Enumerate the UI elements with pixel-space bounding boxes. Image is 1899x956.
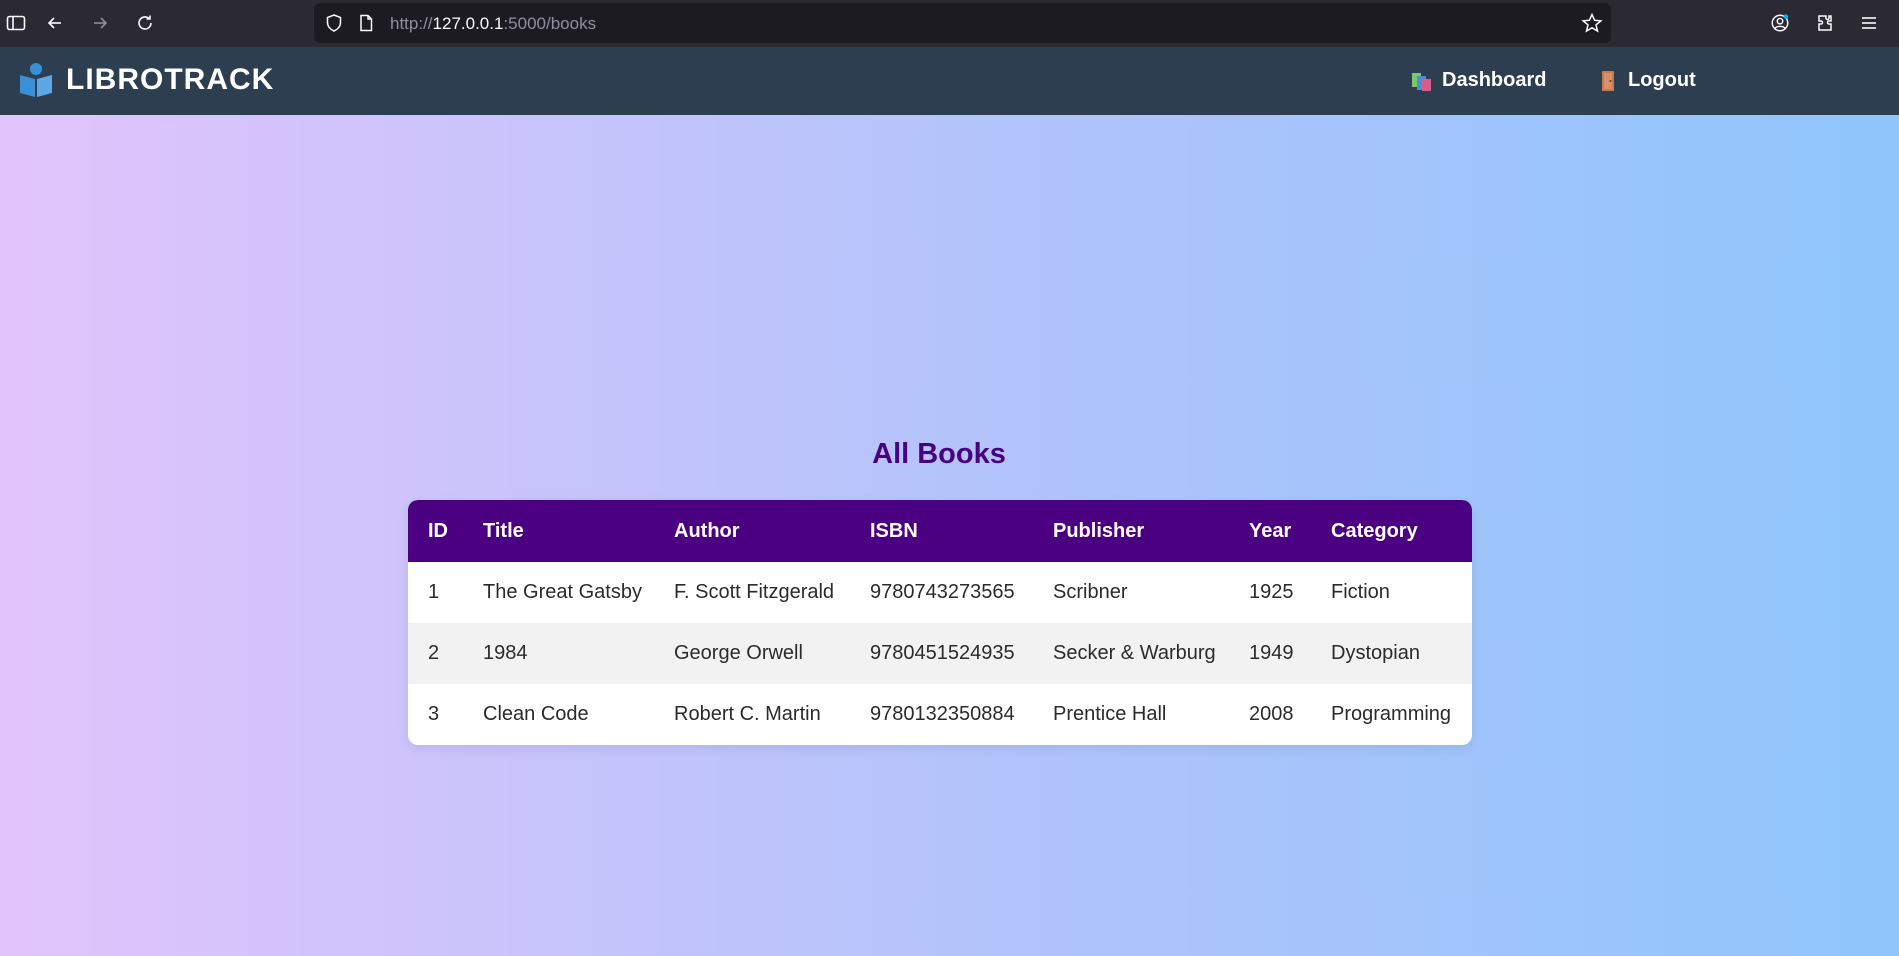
cell-category: Programming	[1331, 703, 1452, 725]
cell-category: Dystopian	[1331, 642, 1420, 664]
cell-year: 2008	[1249, 703, 1294, 725]
cell-publisher: Prentice Hall	[1053, 703, 1167, 725]
cell-title: The Great Gatsby	[483, 581, 642, 603]
browser-toolbar: http://127.0.0.1:5000/books	[0, 0, 1899, 47]
col-header-category: Category	[1331, 519, 1418, 542]
bookmark-star-icon[interactable]	[1581, 12, 1603, 34]
door-icon	[1602, 70, 1614, 91]
address-bar[interactable]: http://127.0.0.1:5000/books	[314, 3, 1611, 43]
table-row: 2 1984 George Orwell 9780451524935 Secke…	[408, 623, 1472, 684]
col-header-author: Author	[674, 519, 740, 542]
cell-year: 1925	[1249, 581, 1294, 603]
cell-id: 2	[428, 642, 440, 664]
cell-title: 1984	[483, 642, 528, 664]
url-prefix: http://	[390, 14, 433, 33]
app-navbar: LIBROTRACK Dashboard Logout	[0, 47, 1899, 115]
cell-id: 3	[428, 703, 440, 725]
nav-dashboard-link[interactable]: Dashboard	[1411, 69, 1546, 92]
brand-name: LIBROTRACK	[66, 63, 275, 96]
nav-logout-link[interactable]: Logout	[1597, 69, 1696, 92]
header-row: ID Title Author ISBN Publisher Year Cate…	[408, 500, 1472, 562]
books-table: ID Title Author ISBN Publisher Year Cate…	[408, 500, 1472, 745]
cell-publisher: Secker & Warburg	[1053, 642, 1216, 664]
forward-icon[interactable]	[84, 8, 116, 38]
page-title: All Books	[872, 438, 1006, 470]
cell-isbn: 9780132350884	[870, 703, 1015, 725]
table-header: ID Title Author ISBN Publisher Year Cate…	[408, 500, 1472, 562]
shield-icon[interactable]	[324, 13, 344, 33]
nav-dashboard-label: Dashboard	[1442, 69, 1547, 91]
page-icon	[360, 14, 373, 32]
reload-icon[interactable]	[129, 8, 161, 38]
back-icon[interactable]	[39, 8, 71, 38]
col-header-title: Title	[483, 519, 524, 542]
cell-author: Robert C. Martin	[674, 703, 821, 725]
url-path: :5000/books	[503, 14, 597, 33]
cell-publisher: Scribner	[1053, 581, 1128, 603]
account-icon[interactable]	[1764, 8, 1796, 38]
cell-title: Clean Code	[483, 703, 589, 725]
col-header-isbn: ISBN	[870, 519, 918, 542]
cell-isbn: 9780743273565	[870, 581, 1015, 603]
cell-isbn: 9780451524935	[870, 642, 1015, 664]
table-row: 3 Clean Code Robert C. Martin 9780132350…	[408, 684, 1472, 745]
table-row: 1 The Great Gatsby F. Scott Fitzgerald 9…	[408, 562, 1472, 623]
books-table-container: ID Title Author ISBN Publisher Year Cate…	[408, 500, 1472, 745]
col-header-year: Year	[1249, 519, 1292, 542]
cell-author: F. Scott Fitzgerald	[674, 581, 835, 603]
nav-logout-label: Logout	[1628, 69, 1696, 91]
cell-year: 1949	[1249, 642, 1294, 664]
table-body: 1 The Great Gatsby F. Scott Fitzgerald 9…	[408, 562, 1472, 745]
menu-icon[interactable]	[1853, 8, 1885, 38]
brand[interactable]: LIBROTRACK	[18, 61, 274, 99]
cell-id: 1	[428, 581, 440, 603]
reader-logo-icon	[20, 63, 52, 97]
books-icon	[1412, 72, 1431, 91]
cell-author: George Orwell	[674, 642, 803, 664]
sidebar-toggle-icon[interactable]	[0, 8, 32, 38]
col-header-publisher: Publisher	[1053, 519, 1145, 542]
url-text[interactable]: http://127.0.0.1:5000/books	[390, 14, 596, 34]
cell-category: Fiction	[1331, 581, 1390, 603]
main-content: All Books ID Title Author ISBN Publisher	[0, 115, 1899, 956]
url-host: 127.0.0.1	[432, 14, 504, 33]
col-header-id: ID	[428, 519, 448, 542]
extensions-icon[interactable]	[1809, 8, 1841, 38]
